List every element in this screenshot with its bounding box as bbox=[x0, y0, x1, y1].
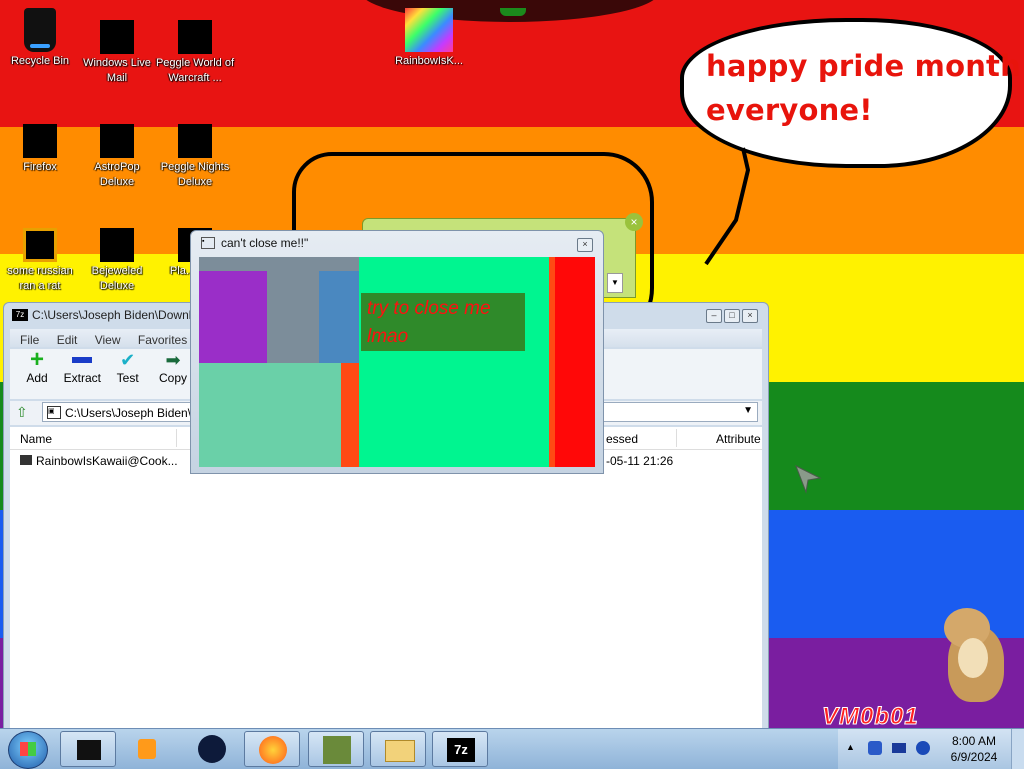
menu-edit[interactable]: Edit bbox=[57, 333, 78, 347]
black-app-icon bbox=[77, 740, 101, 760]
desktop-icon-astropop[interactable]: AstroPop Deluxe bbox=[77, 124, 157, 190]
astropop-icon bbox=[100, 124, 134, 158]
top-arc-dot bbox=[500, 8, 526, 16]
globe-icon bbox=[198, 735, 226, 763]
windows-logo-icon bbox=[20, 742, 36, 756]
menu-view[interactable]: View bbox=[95, 333, 121, 347]
extract-button[interactable]: Extract bbox=[61, 349, 103, 385]
desktop-icon-russian-rat[interactable]: some russian ran a rat bbox=[0, 228, 80, 294]
show-hidden-icons-icon[interactable]: ▲ bbox=[846, 742, 855, 752]
popup-block-steel bbox=[319, 271, 359, 363]
popup-title: can't close me!!" bbox=[221, 236, 309, 250]
address-folder-icon: ▣ bbox=[47, 406, 61, 419]
speech-bubble-tail bbox=[704, 147, 751, 266]
column-divider bbox=[676, 429, 677, 447]
taskbar-item-4[interactable] bbox=[244, 731, 300, 767]
watermark-text: VM0b01 bbox=[822, 703, 919, 731]
sevenzip-taskbar-icon: 7z bbox=[447, 738, 475, 762]
up-folder-icon[interactable]: ⇧ bbox=[16, 404, 28, 421]
minimize-button[interactable]: – bbox=[706, 309, 722, 323]
background-window-dropdown[interactable]: ▼ bbox=[607, 273, 623, 293]
taskbar-item-1[interactable] bbox=[60, 731, 116, 767]
desktop-icon-rainbow-file[interactable]: RainbowIsK... bbox=[389, 8, 469, 69]
windows-live-mail-icon bbox=[100, 20, 134, 54]
network-icon[interactable] bbox=[868, 741, 882, 755]
speech-bubble-text: happy pride month everyone! bbox=[706, 49, 1021, 127]
popup-block-orange-edge bbox=[549, 257, 555, 467]
menu-file[interactable]: File bbox=[20, 333, 39, 347]
media-player-icon bbox=[138, 739, 156, 759]
column-attributes[interactable]: Attribute bbox=[716, 432, 761, 446]
start-button[interactable] bbox=[8, 731, 48, 769]
popup-canvas: try to close me lmao bbox=[199, 257, 595, 467]
popup-block-orange bbox=[341, 363, 359, 467]
desktop-icon-firefox[interactable]: Firefox bbox=[0, 124, 80, 175]
popup-window: ▪ can't close me!!" × try to close me lm… bbox=[190, 230, 604, 474]
archive-file-icon bbox=[20, 455, 32, 465]
desktop-icon-peggle-nights[interactable]: Peggle Nights Deluxe bbox=[155, 124, 235, 190]
extract-icon bbox=[72, 357, 93, 363]
taskbar-item-3[interactable] bbox=[184, 731, 240, 767]
bejeweled-icon bbox=[100, 228, 134, 262]
popup-message-line1: try to close me bbox=[367, 298, 491, 319]
menu-favorites[interactable]: Favorites bbox=[138, 333, 187, 347]
notification-area: ▲ 8:00 AM 6/9/2024 bbox=[838, 729, 1024, 769]
game-box-icon bbox=[323, 736, 351, 764]
rainbow-image-icon bbox=[405, 8, 453, 52]
popup-block-teal bbox=[199, 363, 341, 467]
taskbar: 7z ▲ 8:00 AM 6/9/2024 bbox=[0, 728, 1024, 769]
russian-rat-icon bbox=[23, 228, 57, 262]
desktop-icon-recycle-bin[interactable]: Recycle Bin bbox=[0, 8, 80, 69]
row-accessed: -05-11 21:26 bbox=[606, 454, 674, 468]
mouse-cursor-icon bbox=[795, 464, 822, 494]
test-icon: ✔ bbox=[120, 349, 136, 370]
clock-date[interactable]: 6/9/2024 bbox=[946, 750, 1002, 764]
popup-app-icon: ▪ bbox=[201, 237, 215, 249]
column-name[interactable]: Name bbox=[20, 432, 52, 446]
background-window-close-icon[interactable]: × bbox=[625, 213, 643, 231]
popup-block-red bbox=[549, 257, 595, 467]
taskbar-item-2[interactable] bbox=[120, 731, 176, 767]
desktop: { "desktop": { "icons": [ {"label": "Rec… bbox=[0, 0, 1024, 769]
clock-time[interactable]: 8:00 AM bbox=[950, 734, 998, 748]
folder-icon bbox=[385, 740, 415, 762]
taskbar-item-5[interactable] bbox=[308, 731, 364, 767]
recycle-bin-icon bbox=[24, 8, 56, 52]
taskbar-item-7zip[interactable]: 7z bbox=[432, 731, 488, 767]
popup-message-line2: lmao bbox=[367, 326, 409, 347]
desktop-icon-windows-live-mail[interactable]: Windows Live Mail bbox=[77, 20, 157, 86]
popup-message-box: try to close me lmao bbox=[361, 293, 525, 351]
popup-close-button[interactable]: × bbox=[577, 238, 593, 252]
action-center-icon[interactable] bbox=[892, 743, 906, 753]
column-divider bbox=[176, 429, 177, 447]
sevenzip-title: C:\Users\Joseph Biden\Downl bbox=[32, 308, 192, 322]
row-name: RainbowIsKawaii@Cook... bbox=[36, 454, 178, 468]
taskbar-item-6[interactable] bbox=[370, 731, 426, 767]
copy-icon: ➡ bbox=[165, 349, 181, 370]
desktop-icon-peggle-wow[interactable]: Peggle World of Warcraft ... bbox=[155, 20, 235, 86]
add-icon: + bbox=[29, 346, 44, 373]
column-accessed[interactable]: essed bbox=[606, 432, 638, 446]
maximize-button[interactable]: □ bbox=[724, 309, 740, 323]
firefox-taskbar-icon bbox=[259, 736, 287, 764]
close-button[interactable]: × bbox=[742, 309, 758, 323]
peggle-nights-icon bbox=[178, 124, 212, 158]
copy-button[interactable]: ➡ Copy bbox=[152, 349, 194, 386]
firefox-icon bbox=[23, 124, 57, 158]
add-button[interactable]: + Add bbox=[16, 346, 58, 386]
popup-titlebar[interactable]: ▪ can't close me!!" × bbox=[191, 231, 603, 255]
hamster-image bbox=[940, 608, 1006, 704]
address-text: C:\Users\Joseph Biden\ bbox=[65, 406, 192, 420]
volume-icon[interactable] bbox=[916, 741, 930, 755]
sevenzip-app-icon: 7z bbox=[12, 309, 28, 321]
test-button[interactable]: ✔ Test bbox=[107, 349, 149, 386]
popup-block-purple bbox=[199, 271, 267, 363]
desktop-icon-bejeweled[interactable]: Bejeweled Deluxe bbox=[77, 228, 157, 294]
address-dropdown-icon[interactable]: ▼ bbox=[743, 405, 753, 416]
show-desktop-button[interactable] bbox=[1011, 729, 1024, 769]
peggle-wow-icon bbox=[178, 20, 212, 54]
